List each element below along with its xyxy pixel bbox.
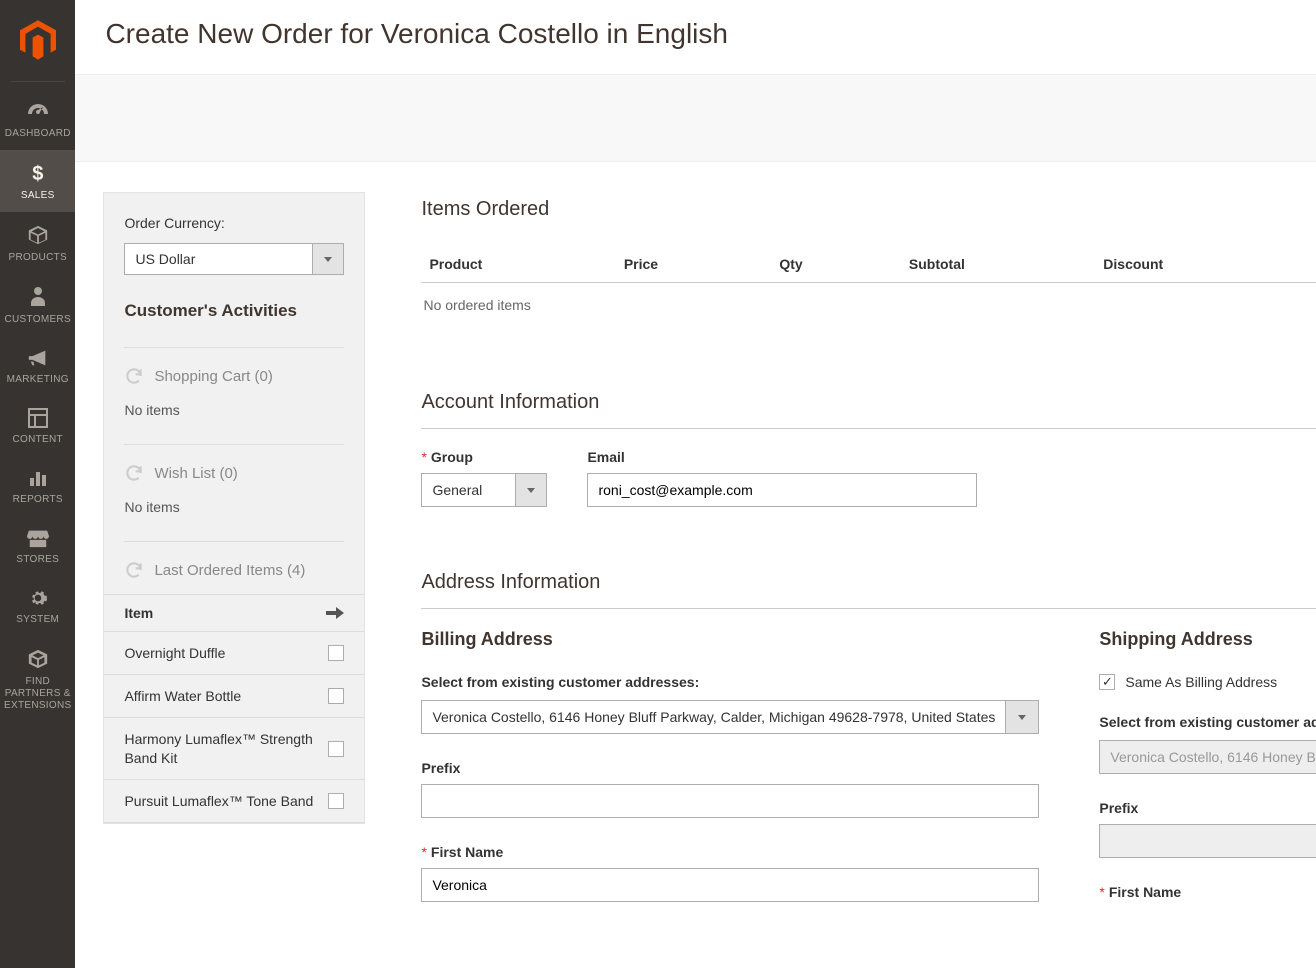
shopping-cart-label: Shopping Cart (0) [154, 368, 272, 385]
list-item: Harmony Lumaflex™ Strength Band Kit [104, 718, 364, 779]
customer-activities-title: Customer's Activities [124, 301, 344, 321]
item-checkbox[interactable] [328, 793, 344, 809]
list-item: Overnight Duffle [104, 632, 364, 675]
group-select[interactable]: General [421, 473, 547, 507]
nav-label: SALES [4, 190, 71, 202]
items-ordered-title: Items Ordered [421, 198, 549, 221]
partners-icon [27, 648, 49, 670]
nav-partners[interactable]: FIND PARTNERS & EXTENSIONS [0, 636, 75, 722]
refresh-icon[interactable] [124, 560, 144, 580]
nav-label: STORES [4, 554, 71, 566]
nav-label: REPORTS [4, 494, 71, 506]
address-info-title: Address Information [421, 571, 1316, 609]
shipping-address-select: Veronica Costello, 6146 Honey Bluff Park… [1099, 740, 1316, 774]
shipping-select-label: Select from existing customer addresses: [1099, 714, 1316, 730]
no-ordered-items: No ordered items [421, 283, 1316, 328]
page-title: Create New Order for Veronica Costello i… [105, 18, 728, 50]
nav-reports[interactable]: REPORTS [0, 456, 75, 516]
item-checkbox[interactable] [328, 645, 344, 661]
no-items-text: No items [124, 499, 344, 515]
nav-label: PRODUCTS [4, 252, 71, 264]
box-icon [27, 224, 49, 246]
nav-dashboard[interactable]: DASHBOARD [0, 90, 75, 150]
action-bar: Cancel Submit Order [75, 74, 1316, 162]
chevron-down-icon [1005, 700, 1039, 734]
gear-icon [28, 588, 48, 608]
account-info-title: Account Information [421, 391, 1316, 429]
billing-first-name-label: First Name [421, 844, 1039, 860]
billing-address-select[interactable]: Veronica Costello, 6146 Honey Bluff Park… [421, 700, 1039, 734]
email-field[interactable] [587, 473, 977, 507]
magento-logo[interactable] [20, 10, 56, 81]
gauge-icon [26, 102, 50, 122]
person-icon [29, 286, 47, 308]
nav-label: DASHBOARD [4, 128, 71, 140]
nav-label: CUSTOMERS [4, 314, 71, 326]
admin-sidebar: DASHBOARD $ SALES PRODUCTS CUSTOMERS MAR… [0, 0, 75, 968]
nav-content[interactable]: CONTENT [0, 396, 75, 456]
nav-products[interactable]: PRODUCTS [0, 212, 75, 274]
billing-select-label: Select from existing customer addresses: [421, 674, 1039, 690]
nav-stores[interactable]: STORES [0, 516, 75, 576]
store-icon [27, 528, 49, 548]
billing-first-name-field[interactable] [421, 868, 1039, 902]
group-label: Group [421, 449, 547, 465]
shipping-address-title: Shipping Address [1099, 629, 1316, 650]
list-item: Affirm Water Bottle [104, 675, 364, 718]
shipping-prefix-label: Prefix [1099, 800, 1316, 816]
layout-icon [28, 408, 48, 428]
order-currency-select[interactable]: US Dollar [124, 243, 344, 275]
arrow-right-icon [326, 606, 344, 620]
dollar-icon: $ [28, 162, 48, 184]
billing-address-column: Billing Address Select from existing cus… [421, 629, 1039, 928]
item-checkbox[interactable] [328, 688, 344, 704]
no-items-text: No items [124, 402, 344, 418]
shipping-address-column: Shipping Address Same As Billing Address… [1099, 629, 1316, 928]
list-item: Pursuit Lumaflex™ Tone Band [104, 780, 364, 823]
nav-label: CONTENT [4, 434, 71, 446]
item-checkbox[interactable] [328, 741, 344, 757]
chevron-down-icon [515, 473, 547, 507]
nav-label: MARKETING [4, 374, 71, 386]
chevron-down-icon [312, 243, 344, 275]
nav-label: SYSTEM [4, 614, 71, 626]
nav-customers[interactable]: CUSTOMERS [0, 274, 75, 336]
nav-sales[interactable]: $ SALES [0, 150, 75, 212]
same-as-billing-label: Same As Billing Address [1125, 674, 1277, 690]
shipping-prefix-field [1099, 824, 1316, 858]
email-label: Email [587, 449, 977, 465]
megaphone-icon [27, 348, 49, 368]
billing-prefix-label: Prefix [421, 760, 1039, 776]
nav-system[interactable]: SYSTEM [0, 576, 75, 636]
item-table-header: Item [104, 594, 364, 632]
order-form: Items Ordered Add Products Product Price… [365, 192, 1316, 928]
last-ordered-label: Last Ordered Items (4) [154, 562, 305, 579]
svg-text:$: $ [32, 163, 43, 184]
bars-icon [28, 468, 48, 488]
wish-list-label: Wish List (0) [154, 465, 237, 482]
topbar: Create New Order for Veronica Costello i… [75, 0, 1316, 74]
items-ordered-table: Product Price Qty Subtotal Discount Row … [421, 246, 1316, 327]
billing-address-title: Billing Address [421, 629, 1039, 650]
shipping-first-name-label: First Name [1099, 884, 1316, 900]
refresh-icon[interactable] [124, 463, 144, 483]
billing-prefix-field[interactable] [421, 784, 1039, 818]
refresh-icon[interactable] [124, 366, 144, 386]
same-as-billing-checkbox[interactable] [1099, 674, 1115, 690]
nav-label: FIND PARTNERS & EXTENSIONS [4, 676, 71, 712]
customer-activities-panel: Order Currency: US Dollar Customer's Act… [103, 192, 365, 824]
order-currency-label: Order Currency: [124, 215, 344, 231]
nav-marketing[interactable]: MARKETING [0, 336, 75, 396]
